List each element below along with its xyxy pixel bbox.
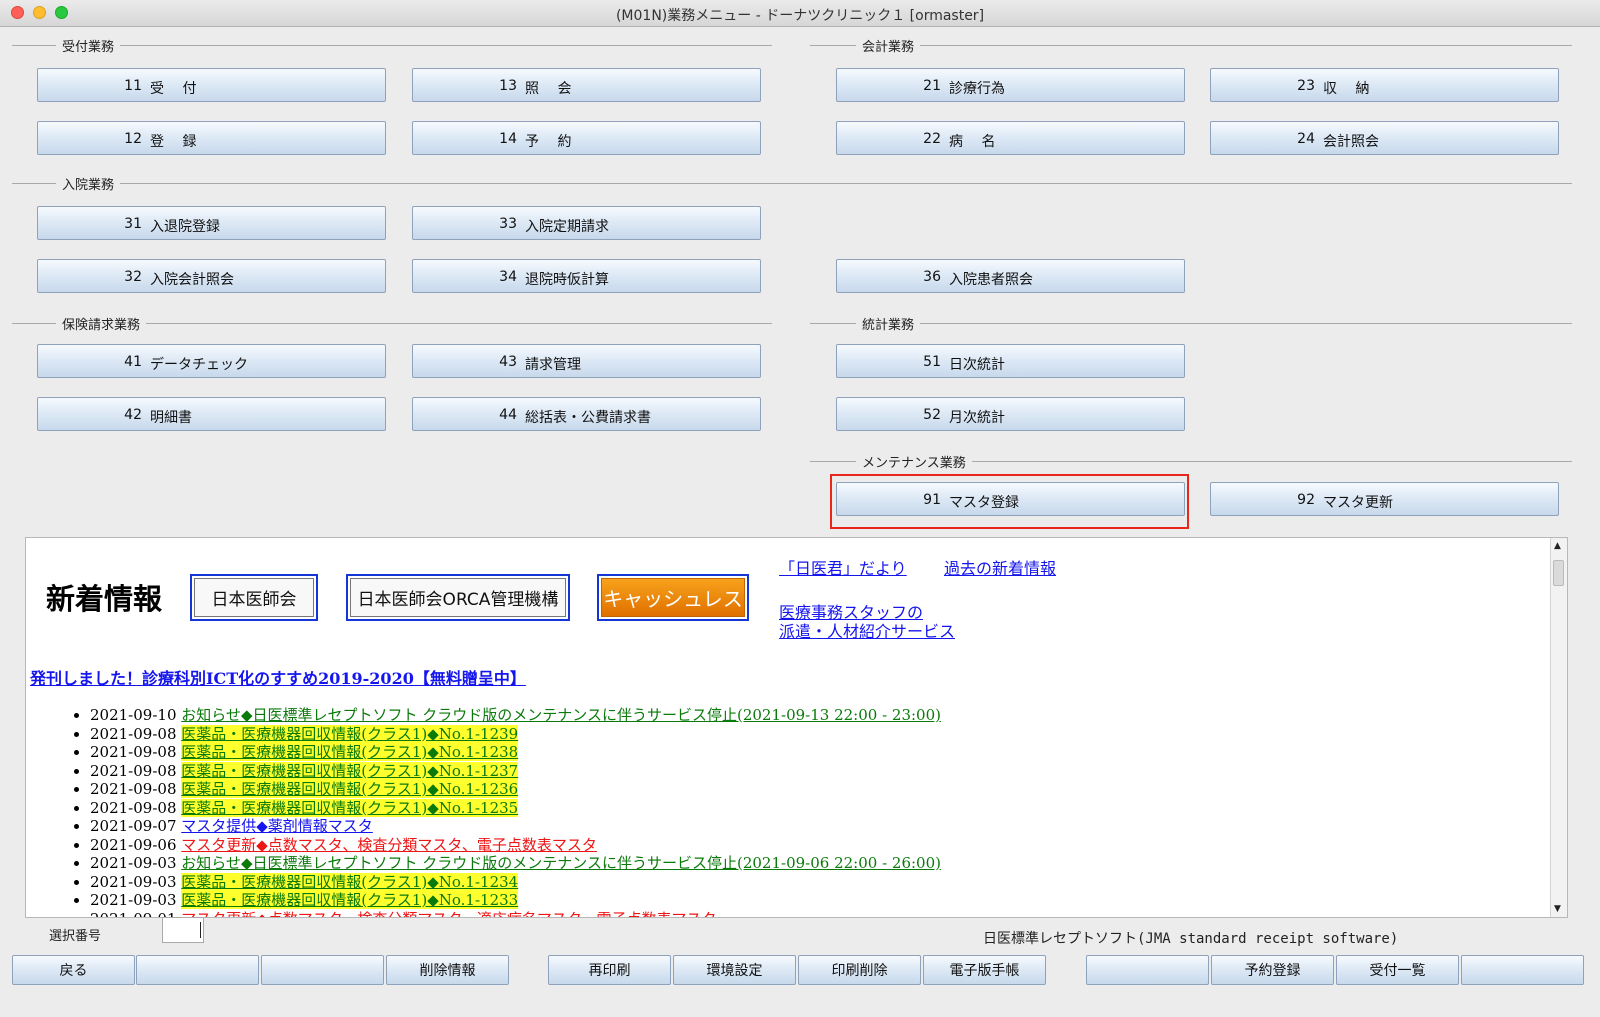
news-date: 2021-09-08	[90, 724, 177, 743]
footer-button-reprint[interactable]: 再印刷	[548, 955, 671, 985]
section-hoken: 保険請求業務	[56, 314, 147, 333]
section-tokei: 統計業務	[856, 314, 921, 333]
menu-button-52[interactable]: 52 月次統計	[836, 397, 1185, 431]
news-date: 2021-09-08	[90, 798, 177, 817]
menu-button-51[interactable]: 51 日次統計	[836, 344, 1185, 378]
news-item: 2021-09-03 医薬品・医療機器回収情報(クラス1)◆No.1-1234	[90, 872, 941, 892]
news-link[interactable]: 医薬品・医療機器回収情報(クラス1)◆No.1-1236	[181, 780, 519, 798]
menu-button-22[interactable]: 22 病 名	[836, 121, 1185, 155]
news-link[interactable]: 医薬品・医療機器回収情報(クラス1)◆No.1-1234	[181, 872, 519, 891]
news-item: 2021-09-07 マスタ提供◆薬剤情報マスタ	[90, 817, 941, 836]
menu-button-44[interactable]: 44 総括表・公費請求書	[412, 397, 761, 431]
news-item: 2021-09-10 お知らせ◆日医標準レセプトソフト クラウド版のメンテナンス…	[90, 706, 941, 725]
footer-button-reception-list[interactable]: 受付一覧	[1336, 955, 1459, 985]
footer-button-e-notebook[interactable]: 電子版手帳	[923, 955, 1046, 985]
footer-button-2[interactable]	[136, 955, 259, 985]
news-item: 2021-09-01 マスタ更新◆点数マスタ、検査分類マスタ、適応病名マスタ、電…	[90, 910, 941, 918]
menu-button-34[interactable]: 34 退院時仮計算	[412, 259, 761, 293]
menu-button-42[interactable]: 42 明細書	[37, 397, 386, 431]
news-item: 2021-09-06 マスタ更新◆点数マスタ、検査分類マスタ、電子点数表マスタ	[90, 836, 941, 855]
news-date: 2021-09-06	[90, 835, 177, 854]
news-item: 2021-09-03 お知らせ◆日医標準レセプトソフト クラウド版のメンテナンス…	[90, 854, 941, 873]
news-link[interactable]: 医薬品・医療機器回収情報(クラス1)◆No.1-1238	[181, 743, 519, 761]
news-scrollbar[interactable]: ▲ ▼	[1550, 538, 1567, 917]
footer-button-3[interactable]	[261, 955, 384, 985]
window-title: (M01N)業務メニュー - ドーナツクリニック１ [ormaster]	[615, 8, 985, 24]
separator	[810, 45, 1572, 46]
scroll-up-icon[interactable]: ▲	[1554, 541, 1561, 551]
menu-button-33[interactable]: 33 入院定期請求	[412, 206, 761, 240]
news-item: 2021-09-08 医薬品・医療機器回収情報(クラス1)◆No.1-1238	[90, 743, 941, 762]
menu-button-23[interactable]: 23 収 納	[1210, 68, 1559, 102]
news-date: 2021-09-08	[90, 780, 177, 798]
news-link[interactable]: 医薬品・医療機器回収情報(クラス1)◆No.1-1237	[181, 761, 519, 780]
orca-button[interactable]: 日本医師会ORCA管理機構	[346, 574, 570, 621]
footer-button-9[interactable]	[1086, 955, 1209, 985]
news-link[interactable]: マスタ更新◆点数マスタ、検査分類マスタ、適応病名マスタ、電子点数表マスタ	[181, 910, 716, 918]
news-date: 2021-09-07	[90, 817, 177, 835]
news-link[interactable]: お知らせ◆日医標準レセプトソフト クラウド版のメンテナンスに伴うサービス停止(2…	[181, 854, 941, 872]
jma-button[interactable]: 日本医師会	[190, 574, 318, 621]
select-number-input[interactable]	[162, 917, 204, 943]
footer-button-12[interactable]	[1461, 955, 1584, 985]
news-link[interactable]: マスタ更新◆点数マスタ、検査分類マスタ、電子点数表マスタ	[181, 836, 597, 854]
footer-button-reservation[interactable]: 予約登録	[1211, 955, 1334, 985]
news-date: 2021-09-08	[90, 761, 177, 780]
news-date: 2021-09-10	[90, 706, 177, 724]
section-uketsuke: 受付業務	[56, 36, 121, 55]
menu-button-11[interactable]: 11 受 付	[37, 68, 386, 102]
news-panel: 新着情報 日本医師会 日本医師会ORCA管理機構 キャッシュレス 「日医君」だよ…	[25, 537, 1568, 918]
highlight-frame	[830, 474, 1189, 529]
footer-button-back[interactable]: 戻る	[12, 955, 135, 985]
menu-button-21[interactable]: 21 診療行為	[836, 68, 1185, 102]
news-item: 2021-09-03 医薬品・医療機器回収情報(クラス1)◆No.1-1233	[90, 891, 941, 910]
menu-button-12[interactable]: 12 登 録	[37, 121, 386, 155]
news-link[interactable]: お知らせ◆日医標準レセプトソフト クラウド版のメンテナンスに伴うサービス停止(2…	[181, 706, 941, 724]
menu-button-13[interactable]: 13 照 会	[412, 68, 761, 102]
footer-button-settings[interactable]: 環境設定	[673, 955, 796, 985]
headline-link[interactable]: 発刊しました！診療科別ICT化のすすめ2019-2020【無料贈呈中】	[30, 665, 526, 689]
news-link[interactable]: マスタ提供◆薬剤情報マスタ	[181, 817, 373, 835]
separator	[810, 323, 1572, 324]
news-title: 新着情報	[46, 582, 163, 616]
section-nyuin: 入院業務	[56, 174, 121, 193]
staffing-link-2[interactable]: 派遣・人材紹介サービス	[779, 618, 955, 642]
software-name: 日医標準レセプトソフト(JMA standard receipt softwar…	[983, 931, 1399, 947]
scroll-thumb[interactable]	[1553, 560, 1564, 586]
section-maintenance: メンテナンス業務	[856, 452, 972, 471]
news-date: 2021-09-03	[90, 891, 177, 909]
menu-button-92[interactable]: 92 マスタ更新	[1210, 482, 1559, 516]
news-link[interactable]: 医薬品・医療機器回収情報(クラス1)◆No.1-1239	[181, 724, 519, 743]
footer-button-print-delete[interactable]: 印刷削除	[798, 955, 921, 985]
section-kaikei: 会計業務	[856, 36, 921, 55]
news-item: 2021-09-08 医薬品・医療機器回収情報(クラス1)◆No.1-1235	[90, 798, 941, 818]
menu-button-24[interactable]: 24 会計照会	[1210, 121, 1559, 155]
news-item: 2021-09-08 医薬品・医療機器回収情報(クラス1)◆No.1-1239	[90, 724, 941, 744]
news-link[interactable]: 医薬品・医療機器回収情報(クラス1)◆No.1-1235	[181, 798, 519, 817]
menu-button-36[interactable]: 36 入院患者照会	[836, 259, 1185, 293]
news-list: 2021-09-10 お知らせ◆日医標準レセプトソフト クラウド版のメンテナンス…	[80, 706, 941, 918]
news-item: 2021-09-08 医薬品・医療機器回収情報(クラス1)◆No.1-1236	[90, 780, 941, 799]
menu-button-32[interactable]: 32 入院会計照会	[37, 259, 386, 293]
past-news-link[interactable]: 過去の新着情報	[944, 555, 1056, 579]
news-date: 2021-09-03	[90, 872, 177, 891]
cashless-button[interactable]: キャッシュレス	[597, 574, 749, 621]
footer-button-delete-info[interactable]: 削除情報	[386, 955, 509, 985]
menu-button-43[interactable]: 43 請求管理	[412, 344, 761, 378]
news-date: 2021-09-03	[90, 854, 177, 872]
separator	[12, 45, 772, 46]
title-bar: (M01N)業務メニュー - ドーナツクリニック１ [ormaster]	[0, 0, 1600, 27]
select-number-label: 選択番号	[49, 929, 102, 944]
scroll-down-icon[interactable]: ▼	[1554, 904, 1561, 914]
news-link[interactable]: 医薬品・医療機器回収情報(クラス1)◆No.1-1233	[181, 891, 519, 909]
menu-button-41[interactable]: 41 データチェック	[37, 344, 386, 378]
separator	[12, 183, 1572, 184]
news-item: 2021-09-08 医薬品・医療機器回収情報(クラス1)◆No.1-1237	[90, 761, 941, 781]
news-date: 2021-09-08	[90, 743, 177, 761]
menu-button-31[interactable]: 31 入退院登録	[37, 206, 386, 240]
dayori-link[interactable]: 「日医君」だより	[779, 555, 907, 579]
menu-button-14[interactable]: 14 予 約	[412, 121, 761, 155]
